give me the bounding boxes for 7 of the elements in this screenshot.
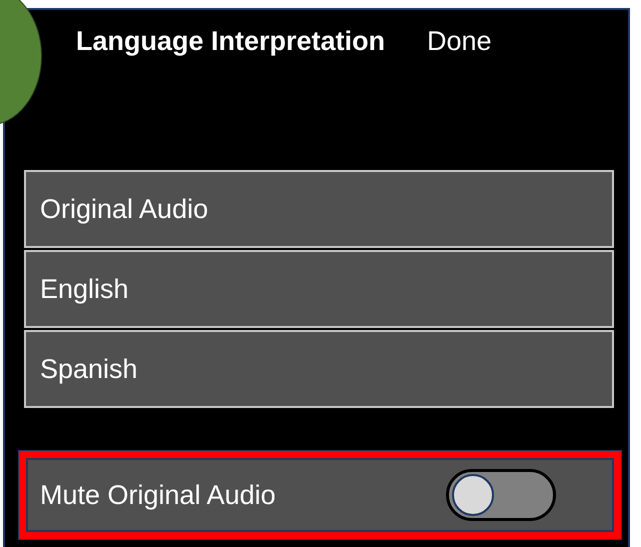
language-option[interactable]: Original Audio [24, 170, 614, 248]
language-option[interactable]: English [24, 250, 614, 328]
panel-title: Language Interpretation [76, 26, 386, 56]
done-button[interactable]: Done [427, 26, 492, 56]
mute-toggle[interactable] [446, 469, 556, 521]
language-option[interactable]: Spanish [24, 330, 614, 408]
mute-label: Mute Original Audio [40, 480, 276, 510]
